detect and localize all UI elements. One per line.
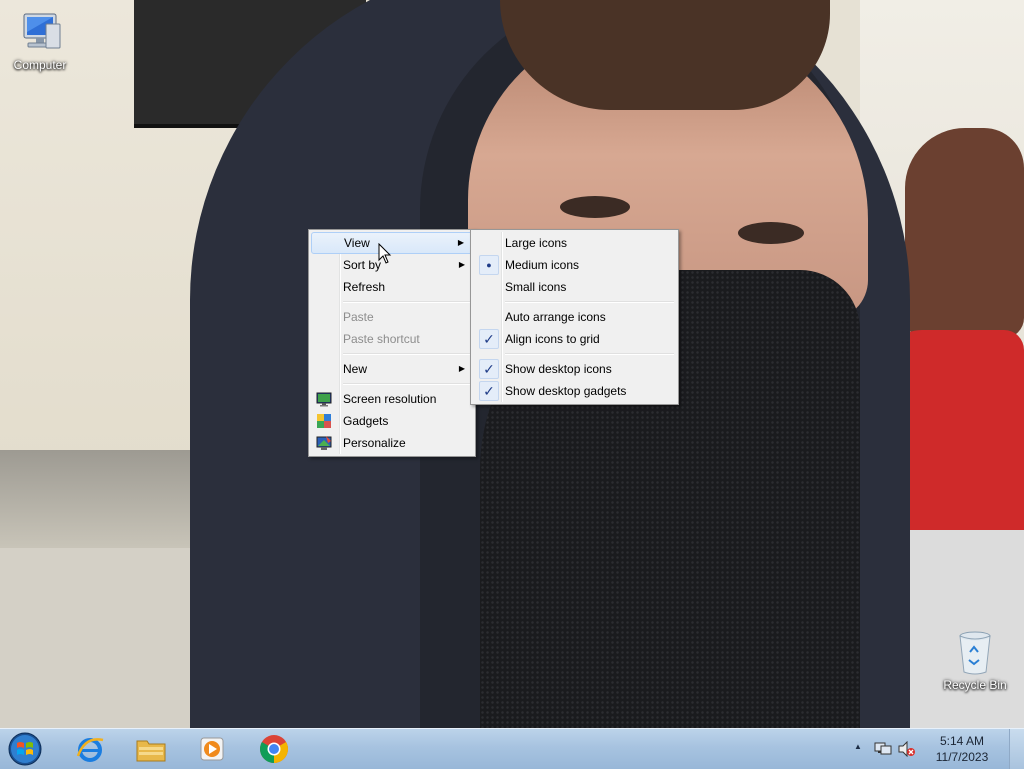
checkmark-icon: ✓ — [479, 381, 499, 401]
taskbar-media-player[interactable] — [186, 731, 238, 767]
menu-item-show-desktop-icons[interactable]: ✓ Show desktop icons — [473, 358, 676, 380]
desktop-icon-label: Computer — [13, 58, 67, 72]
checkmark-icon: ✓ — [479, 359, 499, 379]
wallpaper-eye — [560, 196, 630, 218]
menu-item-label: View — [344, 236, 370, 250]
menu-item-label: Refresh — [343, 280, 386, 294]
personalize-icon — [316, 436, 332, 450]
menu-item-label: Screen resolution — [343, 392, 437, 406]
wallpaper-background-person — [905, 128, 1024, 338]
gadgets-icon — [317, 414, 331, 428]
desktop-context-menu: View ▶ Sort by ▶ Refresh Paste Paste sho… — [308, 229, 476, 457]
taskbar-clock[interactable]: 5:14 AM 11/7/2023 — [922, 733, 1002, 765]
menu-separator — [343, 301, 471, 303]
submenu-arrow-icon: ▶ — [457, 238, 464, 247]
menu-item-label: Small icons — [505, 280, 567, 294]
menu-item-medium-icons[interactable]: ● Medium icons — [473, 254, 676, 276]
menu-item-paste: Paste — [311, 306, 473, 328]
menu-item-view[interactable]: View ▶ — [311, 232, 473, 254]
taskbar: ▲ 5:14 AM 11/7/2023 — [0, 728, 1024, 769]
menu-item-sort-by[interactable]: Sort by ▶ — [311, 254, 473, 276]
menu-item-label: Medium icons — [505, 258, 580, 272]
menu-item-align-icons-to-grid[interactable]: ✓ Align icons to grid — [473, 328, 676, 350]
chrome-icon — [260, 735, 288, 763]
start-button[interactable] — [6, 731, 44, 767]
mouse-cursor-icon — [378, 243, 392, 264]
menu-item-label: New — [343, 362, 368, 376]
recycle-bin-icon — [959, 631, 991, 675]
menu-item-label: Large icons — [505, 236, 568, 250]
menu-item-label: Personalize — [343, 436, 406, 450]
volume-muted-icon[interactable] — [898, 741, 916, 757]
submenu-arrow-icon: ▶ — [458, 364, 465, 373]
menu-item-refresh[interactable]: Refresh — [311, 276, 473, 298]
menu-item-label: Auto arrange icons — [505, 310, 606, 324]
clock-date: 11/7/2023 — [935, 750, 989, 764]
menu-item-personalize[interactable]: Personalize — [311, 432, 473, 454]
menu-separator — [505, 353, 674, 355]
menu-item-label: Gadgets — [343, 414, 389, 428]
computer-icon — [23, 13, 61, 49]
internet-explorer-icon — [76, 738, 104, 762]
screen-resolution-icon — [316, 392, 332, 407]
menu-item-label: Paste shortcut — [343, 332, 420, 346]
view-submenu: Large icons ● Medium icons Small icons A… — [470, 229, 679, 405]
menu-separator — [343, 353, 471, 355]
show-desktop-button[interactable] — [1009, 729, 1024, 769]
menu-item-large-icons[interactable]: Large icons — [473, 232, 676, 254]
desktop[interactable]: Computer Recycle Bin View ▶ Sort by ▶ Re… — [0, 0, 1024, 728]
system-tray: ▲ 5:14 AM 11/7/2023 — [854, 729, 1024, 769]
radio-selected-icon: ● — [479, 255, 499, 275]
menu-item-label: Sort by — [343, 258, 382, 272]
menu-item-new[interactable]: New ▶ — [311, 358, 473, 380]
menu-item-label: Show desktop gadgets — [505, 384, 627, 398]
taskbar-windows-explorer[interactable] — [125, 731, 177, 767]
menu-separator — [505, 301, 674, 303]
menu-item-gadgets[interactable]: Gadgets — [311, 410, 473, 432]
menu-item-show-desktop-gadgets[interactable]: ✓ Show desktop gadgets — [473, 380, 676, 402]
taskbar-chrome[interactable] — [248, 731, 300, 767]
wallpaper-eye — [738, 222, 804, 244]
taskbar-internet-explorer[interactable] — [64, 731, 116, 767]
menu-separator — [343, 383, 471, 385]
clock-time: 5:14 AM — [939, 734, 985, 748]
media-player-icon — [200, 737, 224, 761]
checkmark-icon: ✓ — [479, 329, 499, 349]
menu-item-small-icons[interactable]: Small icons — [473, 276, 676, 298]
show-hidden-icons-icon[interactable]: ▲ — [854, 742, 862, 751]
desktop-icon-computer[interactable]: Computer — [2, 8, 78, 72]
menu-item-paste-shortcut: Paste shortcut — [311, 328, 473, 350]
desktop-icon-label: Recycle Bin — [943, 678, 1007, 692]
menu-item-auto-arrange-icons[interactable]: Auto arrange icons — [473, 306, 676, 328]
desktop-icon-recycle-bin[interactable]: Recycle Bin — [937, 630, 1013, 692]
menu-item-label: Align icons to grid — [505, 332, 600, 346]
menu-item-screen-resolution[interactable]: Screen resolution — [311, 388, 473, 410]
menu-item-label: Show desktop icons — [505, 362, 612, 376]
submenu-arrow-icon: ▶ — [458, 260, 465, 269]
menu-item-label: Paste — [343, 310, 374, 324]
windows-explorer-icon — [136, 740, 166, 762]
network-icon[interactable] — [874, 741, 892, 757]
